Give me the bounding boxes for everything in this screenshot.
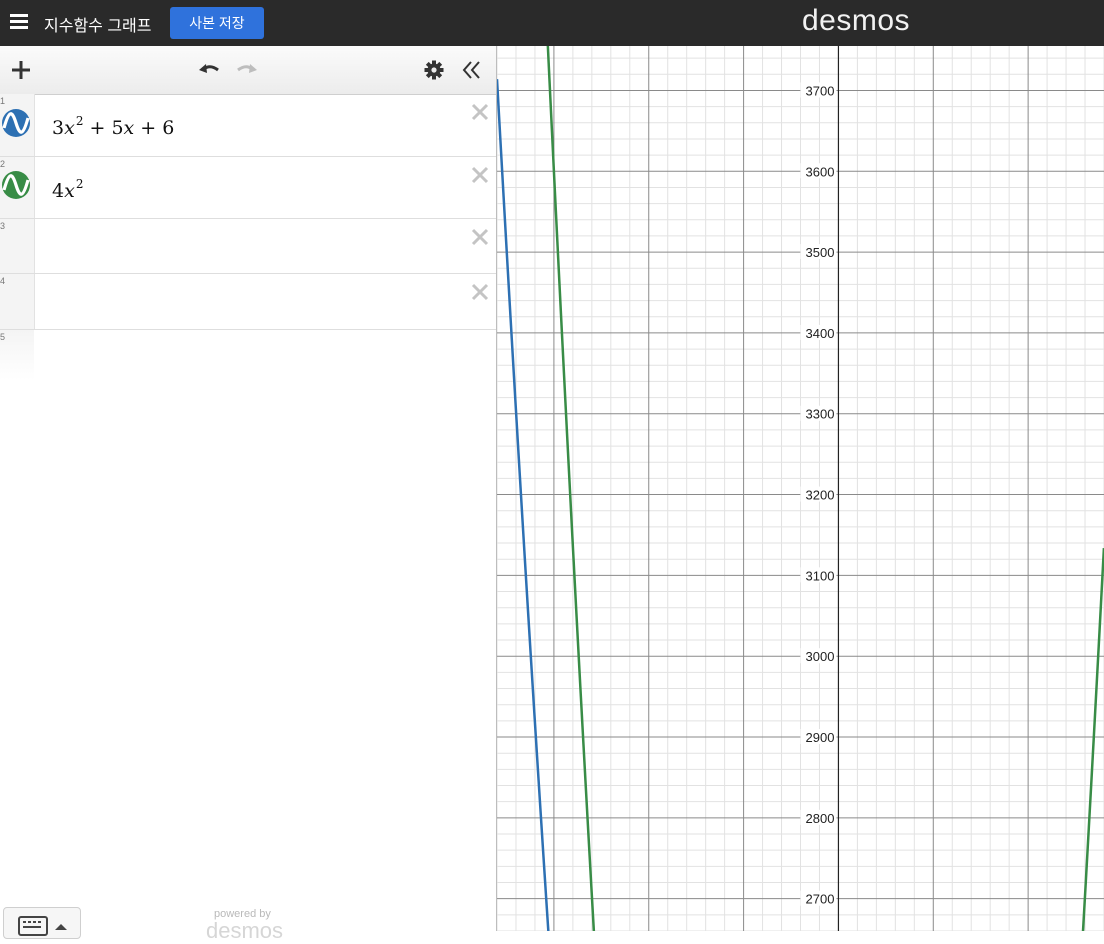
y-tick-label: 2800 (806, 811, 835, 826)
y-tick-label: 3600 (806, 164, 835, 179)
expression-panel: 1 3x2 + 5x + 6 2 4x2 3 4 5 powered by de… (0, 46, 497, 943)
graph-wave-icon[interactable] (1, 170, 31, 200)
redo-icon[interactable] (234, 56, 260, 84)
close-icon[interactable] (470, 227, 490, 247)
double-chevron-left-icon[interactable] (460, 56, 484, 84)
expression-number: 3 (0, 221, 6, 231)
expression-list: 1 3x2 + 5x + 6 2 4x2 3 4 5 (0, 94, 496, 380)
y-tick-label: 2700 (806, 892, 835, 907)
curve-3x2-5x-6[interactable] (497, 79, 551, 931)
desmos-logo: desmos (802, 4, 911, 37)
expression-number: 1 (0, 96, 6, 106)
expression-row[interactable]: 2 4x2 (0, 157, 496, 219)
graph-paper[interactable]: 3700 3600 3500 3400 3300 3200 3100 3000 2900 2800… (497, 46, 1104, 931)
undo-icon[interactable] (196, 56, 222, 84)
keyboard-icon (18, 916, 48, 936)
expression-gutter (0, 330, 34, 380)
expression-math[interactable]: 3x2 + 5x + 6 (52, 114, 174, 139)
gear-icon[interactable] (422, 56, 446, 84)
close-icon[interactable] (470, 165, 490, 185)
keyboard-toggle-button[interactable] (3, 907, 81, 939)
graph-wave-icon[interactable] (1, 108, 31, 138)
graph-canvas[interactable]: 3700 3600 3500 3400 3300 3200 3100 3000 2900 2800… (497, 46, 1104, 931)
expression-gutter (0, 274, 35, 329)
expression-gutter (0, 219, 35, 273)
y-tick-label: 3200 (806, 488, 835, 503)
expression-row[interactable]: 1 3x2 + 5x + 6 (0, 94, 496, 157)
hamburger-icon[interactable] (10, 14, 28, 30)
y-tick-label: 3700 (806, 83, 835, 98)
close-icon[interactable] (470, 102, 490, 122)
expression-row[interactable]: 3 (0, 219, 496, 274)
y-tick-label: 3500 (806, 245, 835, 260)
graph-title[interactable]: 지수함수 그래프 (44, 12, 152, 36)
save-copy-button[interactable]: 사본 저장 (170, 7, 264, 39)
y-tick-label: 2900 (806, 730, 835, 745)
expression-row[interactable]: 4 (0, 274, 496, 330)
powered-by-logo: desmos (206, 918, 284, 943)
top-bar: 지수함수 그래프 사본 저장 desmos (0, 0, 1104, 46)
expression-number: 5 (0, 332, 6, 342)
y-tick-label: 3000 (806, 649, 835, 664)
y-tick-label: 3300 (806, 407, 835, 422)
y-tick-label: 3100 (806, 568, 835, 583)
expression-math[interactable]: 4x2 (52, 177, 83, 202)
close-icon[interactable] (470, 282, 490, 302)
plus-icon[interactable] (8, 56, 34, 84)
expression-row[interactable]: 5 (0, 330, 496, 380)
expression-toolbar (0, 46, 496, 95)
expression-number: 2 (0, 159, 6, 169)
y-tick-label: 3400 (806, 326, 835, 341)
expression-number: 4 (0, 276, 6, 286)
